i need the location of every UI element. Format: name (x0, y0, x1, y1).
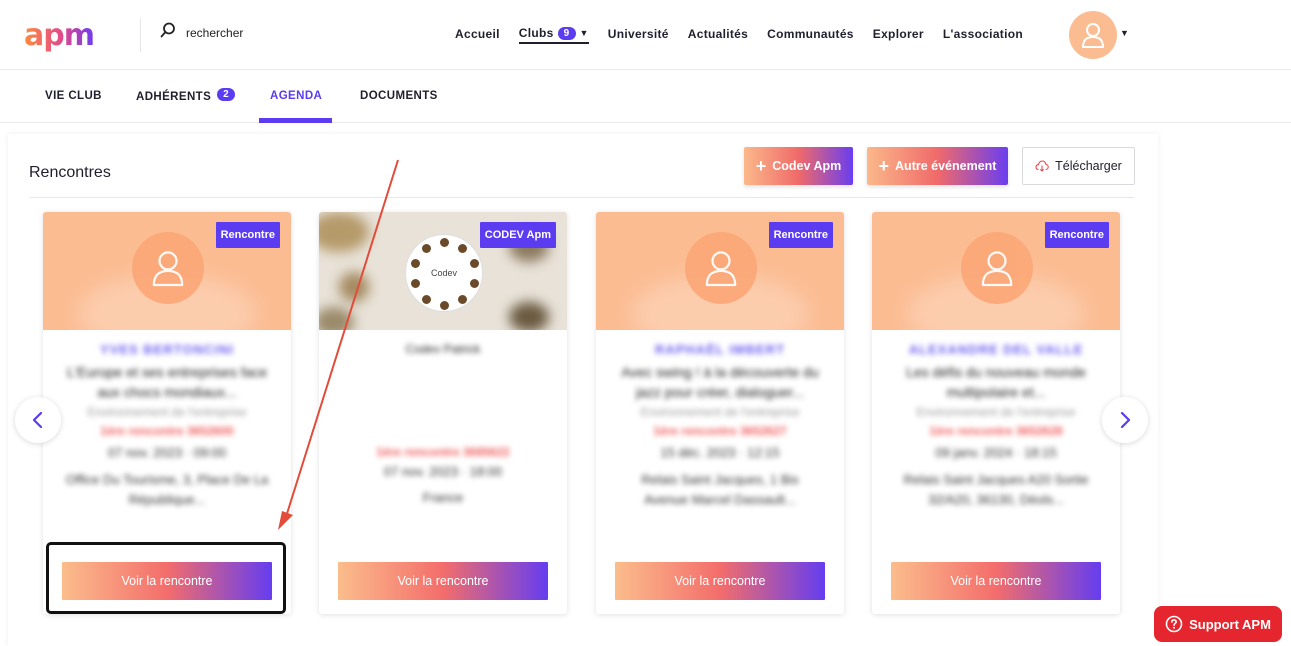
section-divider (29, 197, 1134, 198)
event-date: 07 nov. 2023 · 18:00 (383, 464, 503, 479)
event-number: 1ère rencontre 3652628 (929, 424, 1063, 438)
avatar-chevron-down-icon[interactable]: ▼ (1120, 28, 1129, 38)
tab-documents[interactable]: DOCUMENTS (360, 90, 438, 102)
event-date: 07 nov. 2023 · 09:00 (107, 445, 227, 460)
nav-actualites[interactable]: Actualités (688, 24, 748, 44)
speaker-name: YVES BERTONCINI (100, 342, 234, 357)
nav-communautes[interactable]: Communautés (767, 24, 854, 44)
event-number: 1ère rencontre 3652600 (100, 424, 234, 438)
plus-icon: + (878, 156, 890, 176)
nav-clubs[interactable]: Clubs 9 ▼ (518, 24, 589, 44)
add-other-event-button[interactable]: + Autre événement (867, 147, 1008, 185)
adherents-count-badge: 2 (217, 88, 236, 101)
event-number: 1ère rencontre 3685622 (376, 445, 510, 459)
event-type-badge: CODEV Apm (479, 222, 556, 248)
clubs-count-badge: 9 (557, 26, 576, 40)
event-category: Environnement de l'entreprise (640, 405, 800, 419)
event-type-badge: Rencontre (768, 222, 833, 248)
nav-accueil[interactable]: Accueil (455, 24, 500, 44)
active-tab-indicator (259, 118, 332, 123)
header-divider (140, 18, 141, 52)
event-card[interactable]: Rencontre ALEXANDRE DEL VALLE Les défis … (872, 212, 1120, 614)
user-icon (1082, 23, 1104, 48)
section-title: Rencontres (29, 164, 111, 181)
event-image: Rencontre (872, 212, 1120, 330)
support-button[interactable]: Support APM (1154, 606, 1282, 642)
speaker-name: ALEXANDRE DEL VALLE (908, 342, 1084, 357)
placeholder-user-icon (132, 232, 204, 304)
event-number: 1ère rencontre 3652627 (653, 424, 787, 438)
event-location: Relais Saint Jacques A20 Sortie 32/A20, … (903, 472, 1089, 507)
event-card[interactable]: Codev CODEV Apm Codev Patrick 1ère renco… (319, 212, 567, 614)
main-nav: Accueil Clubs 9 ▼ Université Actualités … (455, 24, 1042, 44)
placeholder-user-icon (961, 232, 1033, 304)
event-type-badge: Rencontre (1044, 222, 1109, 248)
speaker-name: RAPHAËL IMBERT (654, 342, 786, 357)
nav-association[interactable]: L'association (943, 24, 1023, 44)
event-location: Relais Saint Jacques, 1 Bis Avenue Marce… (641, 472, 799, 507)
chevron-left-icon (32, 412, 43, 428)
placeholder-user-icon (685, 232, 757, 304)
tab-agenda[interactable]: AGENDA (270, 90, 322, 102)
tab-vie-club[interactable]: VIE CLUB (45, 90, 102, 102)
user-avatar[interactable] (1069, 11, 1117, 59)
event-title: Codev Patrick (405, 342, 481, 356)
club-tabs: VIE CLUB ADHÉRENTS 2 AGENDA DOCUMENTS (0, 70, 1291, 123)
event-title: Les défis du nouveau monde multipolaire … (906, 364, 1086, 400)
event-title: Avec swing ! à la découverte du jazz pou… (621, 364, 819, 400)
event-date: 09 janv. 2024 · 18:15 (935, 445, 1057, 460)
nav-explorer[interactable]: Explorer (873, 24, 924, 44)
codev-logo: Codev (405, 234, 483, 312)
help-circle-icon (1165, 615, 1183, 633)
search-input[interactable]: rechercher (186, 26, 243, 40)
event-image: Rencontre (43, 212, 291, 330)
event-title: L'Europe et ses entreprises face aux cho… (66, 364, 268, 400)
search-icon[interactable] (160, 22, 176, 43)
chevron-right-icon (1120, 412, 1131, 428)
nav-universite[interactable]: Université (608, 24, 669, 44)
plus-icon: + (755, 156, 767, 176)
event-image: Codev CODEV Apm (319, 212, 567, 330)
event-type-badge: Rencontre (215, 222, 280, 248)
view-event-button[interactable]: Voir la rencontre (338, 562, 548, 600)
apm-logo[interactable]: apm (24, 18, 95, 53)
chevron-down-icon[interactable]: ▼ (580, 28, 589, 38)
event-card[interactable]: Rencontre RAPHAËL IMBERT Avec swing ! à … (596, 212, 844, 614)
top-header: apm rechercher Accueil Clubs 9 ▼ Univers… (0, 0, 1291, 70)
add-codev-button[interactable]: + Codev Apm (744, 147, 853, 185)
carousel-next-button[interactable] (1102, 397, 1148, 443)
search-box[interactable]: rechercher (160, 22, 243, 43)
tab-adherents[interactable]: ADHÉRENTS 2 (136, 88, 236, 103)
event-category: Environnement de l'entreprise (916, 405, 1076, 419)
event-date: 15 déc. 2023 · 12:15 (660, 445, 780, 460)
event-image: Rencontre (596, 212, 844, 330)
carousel-prev-button[interactable] (15, 397, 61, 443)
event-category: Environnement de l'entreprise (87, 405, 247, 419)
download-button[interactable]: Télécharger (1022, 147, 1135, 185)
view-event-button[interactable]: Voir la rencontre (615, 562, 825, 600)
highlight-box (46, 542, 286, 614)
event-location: France (422, 490, 464, 505)
cloud-download-icon (1035, 160, 1049, 172)
view-event-button[interactable]: Voir la rencontre (891, 562, 1101, 600)
event-location: Office Du Tourisme, 3, Place De La Répub… (65, 472, 269, 507)
